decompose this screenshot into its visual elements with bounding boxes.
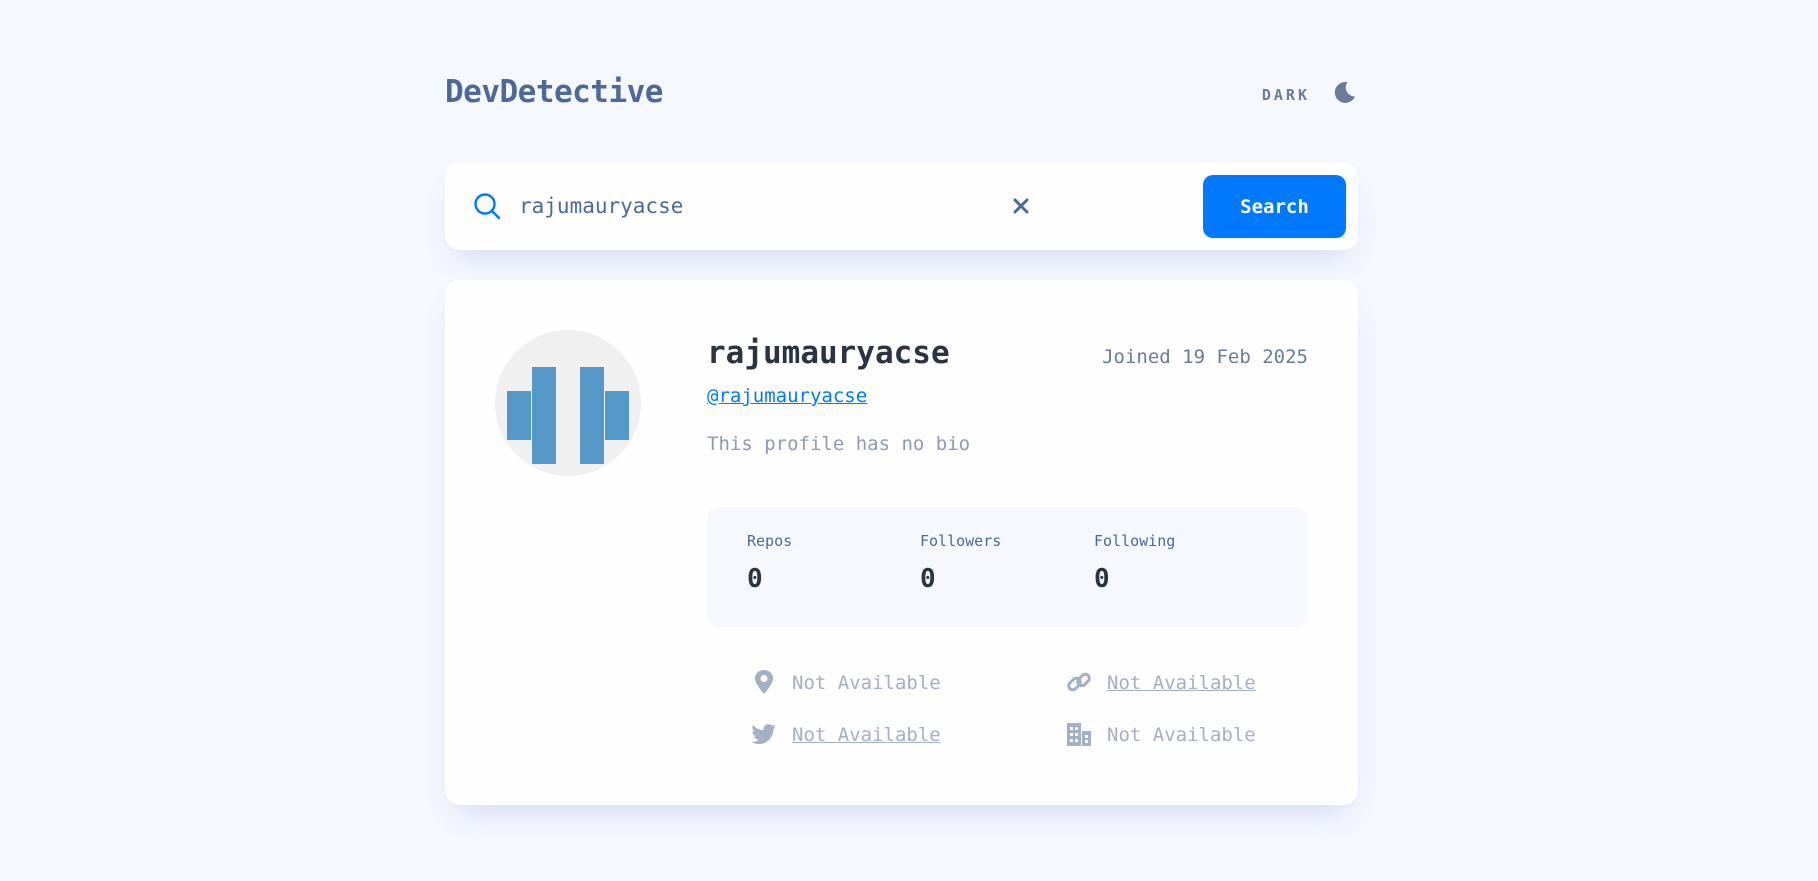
search-button[interactable]: Search [1203, 175, 1346, 238]
joined-date: Joined 19 Feb 2025 [1102, 346, 1308, 368]
stat-following: Following 0 [1094, 532, 1175, 594]
company-text: Not Available [1107, 724, 1256, 746]
stats-box: Repos 0 Followers 0 Following 0 [707, 507, 1308, 627]
twitter-icon [751, 724, 776, 745]
identicon-image [495, 330, 641, 476]
stat-value: 0 [1094, 564, 1110, 594]
profile-handle-link[interactable]: @rajumauryacse [707, 385, 867, 407]
stat-label: Repos [747, 532, 793, 550]
theme-toggle-label: DARK [1261, 86, 1310, 104]
link-icon [1067, 672, 1091, 692]
stat-label: Following [1094, 532, 1176, 550]
website-link[interactable]: Not Available [1107, 672, 1256, 694]
app-logo: DevDetective [445, 74, 663, 110]
stat-value: 0 [920, 564, 936, 594]
stat-label: Followers [920, 532, 1002, 550]
header: DevDetective DARK [445, 68, 1358, 118]
close-icon[interactable] [1011, 196, 1031, 216]
building-icon [1067, 723, 1091, 746]
search-bar: Search [445, 162, 1358, 250]
location-text: Not Available [792, 672, 941, 694]
search-icon [474, 193, 501, 220]
moon-icon [1334, 81, 1355, 103]
stat-repos: Repos 0 [747, 532, 792, 594]
search-input[interactable] [519, 186, 939, 226]
profile-name: rajumauryacse [707, 335, 950, 371]
twitter-link[interactable]: Not Available [792, 724, 941, 746]
profile-card: rajumauryacse Joined 19 Feb 2025 @rajuma… [445, 280, 1358, 805]
stat-followers: Followers 0 [920, 532, 1001, 594]
location-pin-icon [755, 670, 773, 694]
avatar [495, 330, 641, 476]
profile-bio: This profile has no bio [707, 433, 971, 455]
stat-value: 0 [747, 564, 763, 594]
theme-toggle-button[interactable]: DARK [1228, 72, 1358, 108]
